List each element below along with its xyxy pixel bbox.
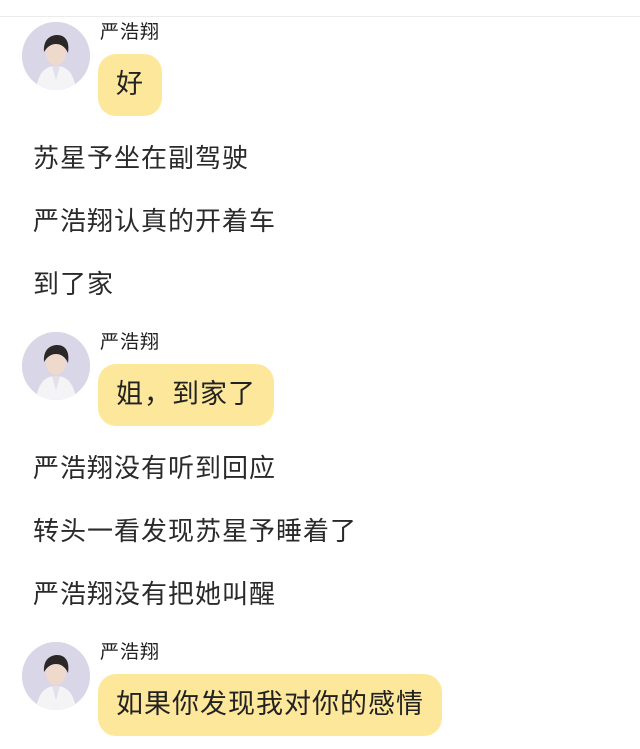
narration-line: 严浩翔没有把她叫醒: [33, 580, 277, 610]
message-bubble[interactable]: 如果你发现我对你的感情: [98, 674, 442, 736]
avatar[interactable]: [22, 642, 90, 710]
sender-name: 严浩翔: [100, 21, 161, 43]
narration-line: 苏星予坐在副驾驶: [33, 144, 250, 174]
avatar[interactable]: [22, 332, 90, 400]
message-bubble[interactable]: 好: [98, 54, 162, 116]
avatar[interactable]: [22, 22, 90, 90]
message-bubble[interactable]: 姐，到家了: [98, 364, 274, 426]
top-divider: [0, 0, 640, 17]
narration-line: 严浩翔认真的开着车: [33, 207, 277, 237]
narration-line: 严浩翔没有听到回应: [33, 454, 277, 484]
narration-line: 到了家: [33, 270, 115, 300]
narration-line: 转头一看发现苏星予睡着了: [33, 517, 358, 547]
sender-name: 严浩翔: [100, 331, 161, 353]
sender-name: 严浩翔: [100, 641, 161, 663]
